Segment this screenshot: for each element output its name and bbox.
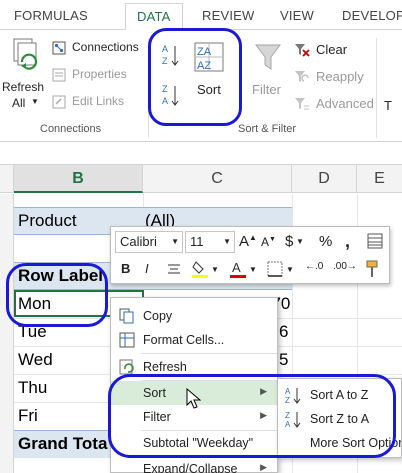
font-name-box[interactable]: Calibri ▼ — [115, 231, 183, 253]
menu-separator — [141, 353, 277, 354]
clear-filter-button[interactable]: Clear — [294, 42, 394, 60]
menu-item-copy[interactable]: Copy — [111, 304, 277, 328]
refresh-all-label: Refresh — [2, 80, 45, 94]
highlight-oval-sort-menu — [108, 374, 396, 458]
connections-group-label: Connections — [40, 123, 102, 135]
chevron-down-icon: ▼ — [296, 237, 304, 246]
format-cells-icon — [119, 332, 135, 348]
clear-filter-icon — [295, 44, 310, 57]
tab-data[interactable]: DATA — [125, 3, 183, 31]
percent-style-button[interactable]: % — [319, 233, 332, 250]
menu-item-label: Copy — [143, 309, 173, 323]
edit-links-button[interactable]: Edit Links — [52, 94, 148, 112]
chevron-down-icon: ▼ — [286, 265, 294, 274]
grand-total-label[interactable]: Grand Tota — [18, 434, 107, 454]
properties-label: Properties — [72, 67, 127, 81]
column-header-b[interactable]: B — [14, 165, 143, 193]
clear-label: Clear — [316, 42, 348, 57]
format-painter-icon[interactable] — [365, 259, 383, 279]
advanced-filter-button[interactable]: Advanced — [294, 96, 394, 114]
sort-filter-group-label: Sort & Filter — [238, 123, 297, 135]
font-color-icon[interactable]: A — [229, 259, 247, 279]
reapply-button[interactable]: Reapply — [294, 69, 394, 87]
tab-developer[interactable]: DEVELOP — [342, 8, 402, 23]
connections-button[interactable]: Connections — [52, 40, 148, 58]
product-label: Product — [18, 211, 77, 230]
refresh-all-button[interactable]: Refresh All ▼ — [2, 36, 48, 116]
mini-toolbar: Calibri ▼ 11 ▼ A▲ A▼ $ ▼ % , B I ▼ A ▼ ▼… — [110, 226, 390, 284]
column-header-e[interactable]: E — [357, 165, 402, 193]
menu-item-expand-collapse[interactable]: Expand/Collapse ▶ — [111, 457, 277, 473]
font-size-value: 11 — [190, 234, 204, 249]
chevron-down-icon: ▼ — [31, 97, 39, 106]
borders-icon[interactable] — [267, 261, 283, 277]
decrease-decimal-icon[interactable]: .00→ — [333, 261, 357, 272]
tab-review[interactable]: REVIEW — [202, 8, 254, 23]
increase-decimal-icon[interactable]: ←.0 — [305, 261, 323, 272]
column-header-row: B C D E — [0, 165, 402, 193]
day-cell[interactable]: Wed — [18, 350, 53, 370]
filter-button[interactable]: Filter — [248, 40, 288, 104]
currency-format-button[interactable]: $ — [285, 233, 293, 250]
menu-item-label: Refresh — [143, 360, 187, 374]
day-cell[interactable]: Thu — [18, 378, 47, 398]
bold-button[interactable]: B — [121, 261, 130, 276]
chevron-down-icon: ▼ — [211, 265, 219, 274]
value-cell[interactable]: 6 — [279, 322, 288, 342]
formula-bar[interactable] — [0, 143, 402, 165]
properties-icon — [52, 68, 66, 82]
edit-links-label: Edit Links — [72, 94, 125, 108]
menu-item-format-cells[interactable]: Format Cells... — [111, 328, 277, 352]
comma-style-button[interactable]: , — [345, 231, 350, 252]
tab-view[interactable]: VIEW — [280, 8, 314, 23]
row-header-strip — [0, 194, 14, 473]
value-cell[interactable]: 5 — [279, 350, 288, 370]
chevron-down-icon: ▼ — [249, 265, 257, 274]
highlight-oval-row-labels — [6, 263, 108, 327]
reapply-label: Reapply — [316, 69, 364, 84]
edit-links-icon — [52, 95, 66, 109]
submenu-arrow-icon: ▶ — [260, 462, 267, 472]
filter-funnel-icon — [255, 44, 281, 70]
increase-font-size-icon[interactable]: A▲ — [239, 233, 257, 250]
connections-icon — [52, 41, 66, 55]
advanced-filter-icon — [295, 98, 309, 110]
refresh-all-label-line2: All — [12, 96, 26, 110]
filter-label: Filter — [252, 82, 281, 97]
chevron-down-icon: ▼ — [171, 237, 179, 246]
decrease-font-size-icon[interactable]: A▼ — [261, 235, 276, 249]
refresh-all-icon — [13, 38, 38, 70]
align-center-icon[interactable] — [167, 263, 181, 275]
ribbon-tab-bar: FORMULAS DATA REVIEW VIEW DEVELOP — [0, 0, 402, 31]
refresh-icon — [119, 359, 134, 375]
select-all-corner[interactable] — [0, 165, 14, 193]
copy-icon — [119, 308, 134, 324]
fill-color-icon[interactable] — [191, 259, 211, 279]
reapply-icon — [295, 71, 309, 82]
column-header-d[interactable]: D — [292, 165, 357, 193]
menu-item-label: Format Cells... — [143, 333, 225, 347]
italic-button[interactable]: I — [145, 261, 149, 276]
highlight-oval-ribbon-sort — [148, 28, 242, 126]
connections-label: Connections — [72, 40, 139, 54]
font-size-box[interactable]: 11 ▼ — [185, 231, 235, 253]
column-header-c[interactable]: C — [143, 165, 292, 193]
properties-button[interactable]: Properties — [52, 67, 148, 85]
day-cell[interactable]: Fri — [18, 406, 38, 426]
chevron-down-icon: ▼ — [223, 237, 231, 246]
advanced-label: Advanced — [316, 96, 374, 111]
group-divider — [376, 38, 377, 138]
svg-text:A: A — [232, 260, 241, 275]
menu-item-label: Expand/Collapse — [143, 462, 238, 473]
tab-formulas[interactable]: FORMULAS — [14, 8, 88, 23]
format-table-icon[interactable] — [367, 233, 383, 249]
font-name-value: Calibri — [120, 234, 157, 249]
next-group-letter: T — [384, 98, 392, 113]
